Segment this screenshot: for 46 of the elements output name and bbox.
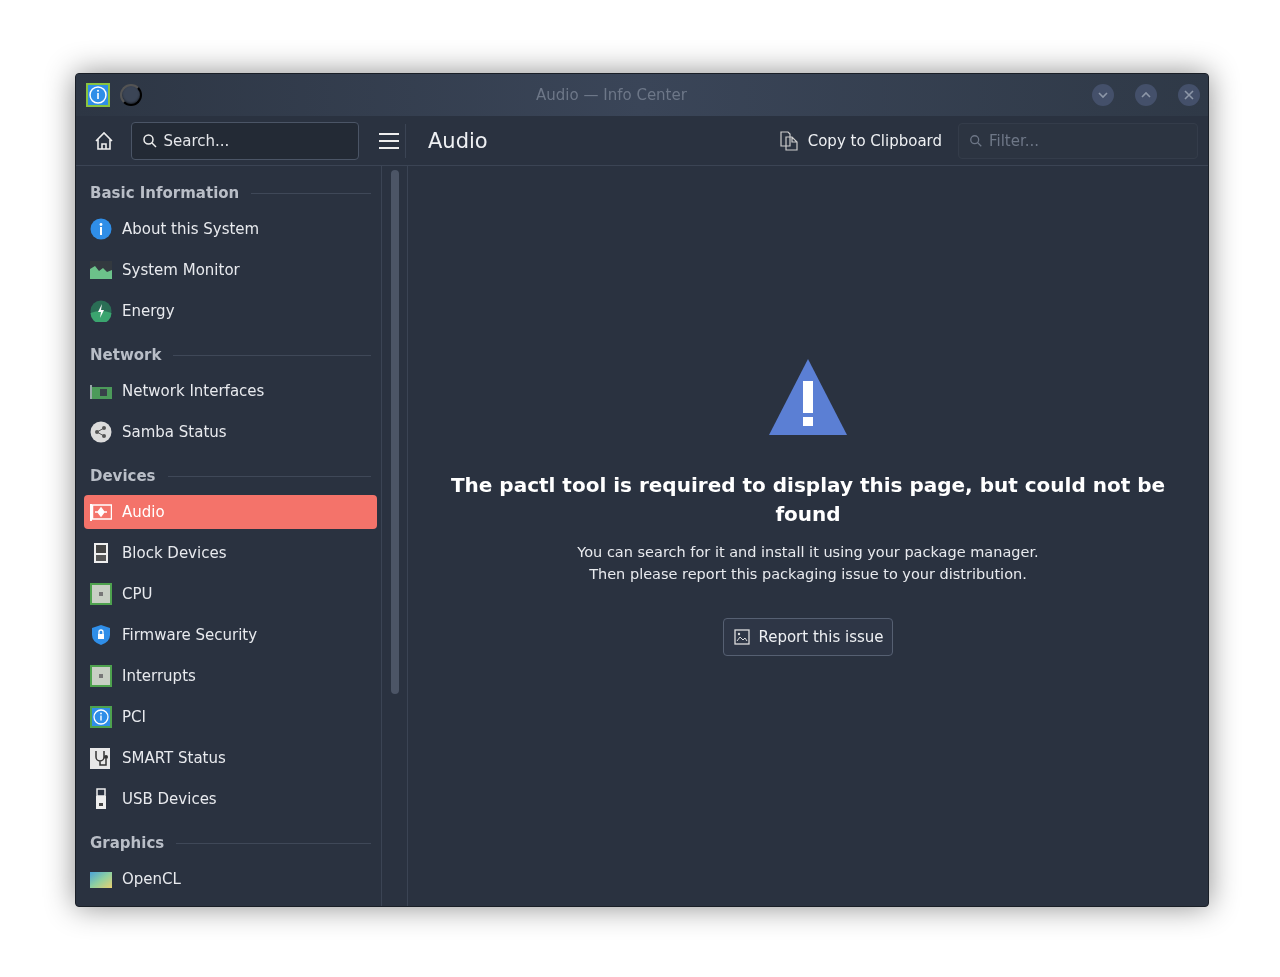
sidebar-item[interactable]: Firmware Security xyxy=(84,618,377,652)
sidebar-item[interactable]: About this System xyxy=(84,212,377,246)
close-button[interactable] xyxy=(1178,84,1200,106)
sidebar-item[interactable]: SMART Status xyxy=(84,741,377,775)
info-icon xyxy=(90,218,112,240)
sidebar-item[interactable]: Energy xyxy=(84,294,377,328)
chevron-down-icon xyxy=(1097,89,1109,101)
maximize-button[interactable] xyxy=(1135,84,1157,106)
sidebar-item[interactable]: PCI xyxy=(84,700,377,734)
sidebar-item[interactable]: USB Devices xyxy=(84,782,377,816)
error-title: The pactl tool is required to display this page, but could not be found xyxy=(449,471,1167,528)
close-icon xyxy=(1183,89,1195,101)
chip-icon xyxy=(90,665,112,687)
sidebar-item[interactable]: Interrupts xyxy=(84,659,377,693)
section-heading: Basic Information xyxy=(90,184,240,202)
menu-icon xyxy=(377,131,400,150)
section-heading: Network xyxy=(90,346,162,364)
page-title: Audio xyxy=(427,128,489,153)
sidebar-item[interactable]: System Monitor xyxy=(84,253,377,287)
sidebar-item[interactable]: OpenCL xyxy=(84,862,377,896)
image-icon xyxy=(734,628,751,645)
filter-field[interactable]: Filter... xyxy=(958,122,1198,159)
info-icon xyxy=(86,83,110,107)
audio-card-icon xyxy=(90,501,112,523)
share-icon xyxy=(90,421,112,443)
window-menu-button[interactable] xyxy=(120,84,142,106)
stethoscope-icon xyxy=(90,747,112,769)
sidebar-item[interactable]: Block Devices xyxy=(84,536,377,570)
info-icon xyxy=(90,706,112,728)
copy-icon xyxy=(779,130,798,151)
energy-icon xyxy=(90,300,112,322)
sidebar-item[interactable]: Network Interfaces xyxy=(84,374,377,408)
section-heading: Devices xyxy=(90,467,156,485)
scrollbar-thumb[interactable] xyxy=(390,170,399,694)
error-description: Then please report this packaging issue to your distribution. xyxy=(589,564,1027,584)
chip-icon xyxy=(90,583,112,605)
copy-button[interactable]: Copy to Clipboard xyxy=(771,124,950,157)
minimize-button[interactable] xyxy=(1092,84,1114,106)
sidebar-item[interactable]: Samba Status xyxy=(84,415,377,449)
report-button[interactable]: Report this issue xyxy=(723,617,893,656)
error-description: You can search for it and install it using your package manager. xyxy=(577,542,1039,562)
section-heading: Graphics xyxy=(90,834,165,852)
sidebar-item[interactable]: CPU xyxy=(84,577,377,611)
search-field[interactable]: Search... xyxy=(130,121,359,160)
chart-icon xyxy=(90,259,112,281)
shield-icon xyxy=(90,624,112,646)
